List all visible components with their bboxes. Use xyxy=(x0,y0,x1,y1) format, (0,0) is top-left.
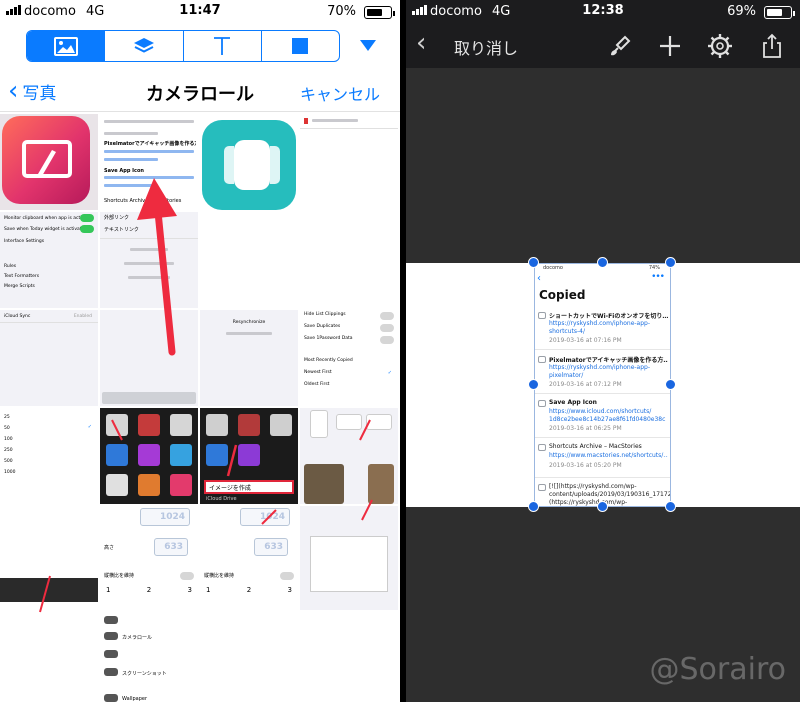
plus-icon[interactable] xyxy=(656,32,684,60)
resize-handle-left[interactable] xyxy=(528,379,539,390)
right-screen: docomo 4G 12:38 69% ‹ 取り消し docomo 74% ‹ … xyxy=(406,0,800,702)
clip-entry: Pixelmatorでアイキャッチ画像を作る方… https://ryskysh… xyxy=(535,352,670,394)
watermark: @Sorairo xyxy=(649,652,786,687)
gear-icon[interactable] xyxy=(706,32,734,60)
brush-icon[interactable] xyxy=(606,32,634,60)
link-icon xyxy=(538,400,546,407)
resize-handle-top[interactable] xyxy=(597,257,608,268)
resize-handle-bottom[interactable] xyxy=(597,501,608,512)
text-lines-icon xyxy=(538,444,546,451)
share-icon[interactable] xyxy=(758,32,786,60)
red-arrow-annotation xyxy=(39,178,373,613)
status-bar: docomo 4G 12:38 69% xyxy=(406,0,800,24)
battery-icon xyxy=(764,6,795,19)
more-icon: ••• xyxy=(651,272,665,282)
clip-entry: ショートカットでWi-Fiのオンオフを切り… https://ryskyshd.… xyxy=(535,308,670,350)
undo-button[interactable]: 取り消し xyxy=(454,35,518,59)
resize-handle-right[interactable] xyxy=(665,379,676,390)
editor-toolbar: ‹ 取り消し xyxy=(406,24,800,68)
left-screen: docomo 4G 11:47 70% ‹ 写真 カメラロール キャンセル Pi… xyxy=(0,0,400,702)
chevron-left-icon: ‹ xyxy=(537,273,541,284)
resize-handle-bottom-right[interactable] xyxy=(665,501,676,512)
resize-handle-top-left[interactable] xyxy=(528,257,539,268)
editor-canvas[interactable]: docomo 74% ‹ ••• Copied ショートカットでWi-Fiのオン… xyxy=(406,257,800,512)
link-icon xyxy=(538,312,546,319)
resize-handle-top-right[interactable] xyxy=(665,257,676,268)
link-icon xyxy=(538,356,546,363)
clip-entry: Save App Icon https://www.icloud.com/sho… xyxy=(535,396,670,438)
chevron-left-icon[interactable]: ‹ xyxy=(416,30,426,56)
battery-percent: 69% xyxy=(727,4,756,19)
resize-handle-bottom-left[interactable] xyxy=(528,501,539,512)
pasted-screenshot-layer[interactable]: docomo 74% ‹ ••• Copied ショートカットでWi-Fiのオン… xyxy=(534,263,671,507)
text-lines-icon xyxy=(538,484,546,491)
clip-entry: Shortcuts Archive – MacStories https://w… xyxy=(535,440,670,478)
screenshot-title: Copied xyxy=(539,288,586,302)
